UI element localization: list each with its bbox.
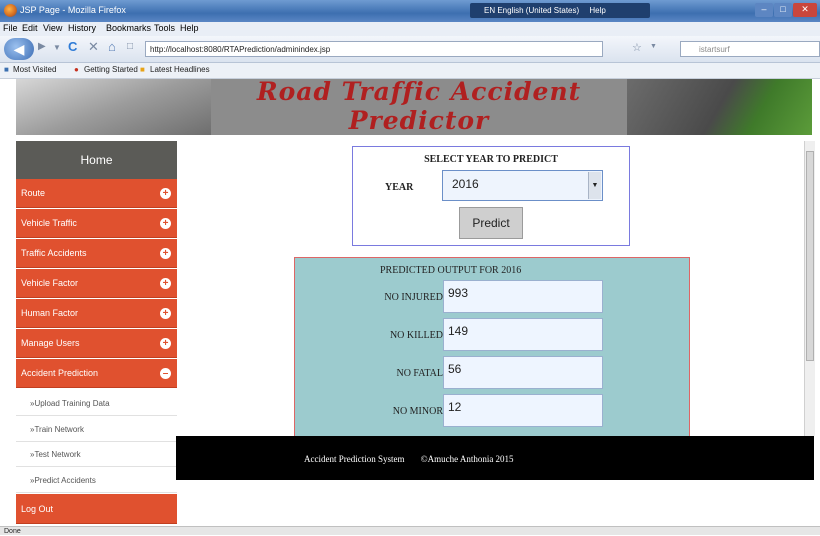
output-label: NO INJURED [384,292,443,303]
site-banner: Road Traffic Accident Predictor [16,79,812,135]
sidebar-item-vehicle-traffic[interactable]: Vehicle Traffic + [16,209,177,238]
footer-system-name: Accident Prediction System [304,454,405,464]
sidebar-item-traffic-accidents[interactable]: Traffic Accidents + [16,239,177,268]
maximize-button[interactable]: □ [774,3,792,17]
output-value-field[interactable]: 56 [443,356,603,389]
menu-tools[interactable]: Tools [154,23,175,33]
bookmarks-toolbar: ■ Most Visited ● Getting Started ■ Lates… [0,63,820,79]
plus-icon[interactable]: + [160,188,171,199]
menu-history[interactable]: History [68,23,96,33]
menu-bar: File Edit View History Bookmarks Tools H… [0,22,820,36]
output-row-killed: NO KILLED 149 [295,318,689,352]
firefox-icon [4,4,17,17]
minimize-button[interactable]: – [755,3,773,17]
output-value-field[interactable]: 12 [443,394,603,427]
output-row-minor: NO MINOR 12 [295,394,689,428]
sidebar-item-label: Accident Prediction [21,368,99,378]
output-value-field[interactable]: 149 [443,318,603,351]
sidebar-item-vehicle-factor[interactable]: Vehicle Factor + [16,269,177,298]
sidebar-item-label: Human Factor [21,308,79,318]
sidebar-item-accident-prediction[interactable]: Accident Prediction – [16,359,177,388]
chevron-down-icon[interactable]: ▼ [588,172,601,199]
banner-title: Road Traffic Accident Predictor [256,79,582,135]
window-title-bar: JSP Page - Mozilla Firefox EN English (U… [0,0,820,22]
sidebar-item-label: Manage Users [21,338,80,348]
predicted-output-heading: PREDICTED OUTPUT FOR 2016 [380,265,522,276]
bookmark-star-icon[interactable]: ☆ [632,41,642,54]
menu-view[interactable]: View [43,23,62,33]
sidebar: Home Route + Vehicle Traffic + Traffic A… [16,141,177,526]
plus-icon[interactable]: + [160,278,171,289]
getting-started-icon: ● [74,65,79,74]
sidebar-item-label: Traffic Accidents [21,248,87,258]
menu-file[interactable]: File [3,23,18,33]
window-controls: – □ ✕ [755,3,817,17]
plus-icon[interactable]: + [160,248,171,259]
year-select[interactable]: 2016 ▼ [442,170,603,201]
output-label: NO KILLED [389,330,443,341]
sidebar-item-manage-users[interactable]: Manage Users + [16,329,177,358]
predict-button[interactable]: Predict [459,207,523,239]
stop-icon[interactable]: ✕ [88,39,99,55]
banner-image-right [627,79,812,135]
back-button[interactable]: ◀ [4,38,34,60]
plus-icon[interactable]: + [160,338,171,349]
output-label: NO FATAL [396,368,443,379]
close-button[interactable]: ✕ [793,3,817,17]
history-dropdown-icon[interactable]: ▼ [53,43,61,52]
plus-icon[interactable]: + [160,218,171,229]
bookmark-most-visited[interactable]: Most Visited [13,65,56,74]
output-label: NO MINOR [392,406,443,417]
select-year-panel: SELECT YEAR TO PREDICT YEAR 2016 ▼ Predi… [352,146,630,246]
page-footer: Accident Prediction System ©Amuche Antho… [176,436,814,480]
year-label: YEAR [385,182,414,193]
subitem-test-network[interactable]: »Test Network [16,442,177,467]
subitem-train-network[interactable]: »Train Network [16,417,177,442]
sidebar-item-logout[interactable]: Log Out [16,494,177,524]
select-year-heading: SELECT YEAR TO PREDICT [424,154,558,165]
window-title: JSP Page - Mozilla Firefox [20,5,126,15]
subitem-upload-training-data[interactable]: »Upload Training Data [16,391,177,416]
footer-text: Accident Prediction System ©Amuche Antho… [304,454,514,464]
search-input[interactable]: istartsurf [680,41,820,57]
output-value-field[interactable]: 993 [443,280,603,313]
navigation-toolbar: ◀ ▶ ▼ C ✕ ⌂ □ http://localhost:8080/RTAP… [0,36,820,63]
bookmark-folder-icon: ■ [4,65,9,74]
page-scrollbar[interactable] [804,141,815,436]
language-indicator[interactable]: EN English (United States) Help [470,3,650,18]
scrollbar-thumb[interactable] [806,151,814,361]
sidebar-item-label: Vehicle Factor [21,278,79,288]
url-dropdown-icon[interactable]: ▼ [650,43,657,50]
banner-image-left [16,79,211,135]
plus-icon[interactable]: + [160,308,171,319]
output-row-fatal: NO FATAL 56 [295,356,689,390]
bookmark-latest-headlines[interactable]: Latest Headlines [150,65,210,74]
footer-copyright: ©Amuche Anthonia 2015 [420,454,514,464]
status-bar: Done [0,526,820,535]
language-label: EN English (United States) [484,6,580,15]
menu-help[interactable]: Help [180,23,199,33]
menu-bookmarks[interactable]: Bookmarks [106,23,151,33]
sidebar-item-label: Route [21,188,46,198]
sidebar-item-label: Vehicle Traffic [21,218,77,228]
bookmark-getting-started[interactable]: Getting Started [84,65,138,74]
help-label[interactable]: Help [589,6,605,15]
sidebar-item-route[interactable]: Route + [16,179,177,208]
output-row-injured: NO INJURED 993 [295,280,689,314]
reload-icon[interactable]: C [68,39,77,54]
predicted-output-panel: PREDICTED OUTPUT FOR 2016 NO INJURED 993… [294,257,690,438]
year-select-value: 2016 [452,177,479,191]
sidebar-item-human-factor[interactable]: Human Factor + [16,299,177,328]
home-icon[interactable]: ⌂ [108,39,116,54]
page-icon: □ [127,41,134,52]
subitem-predict-accidents[interactable]: »Predict Accidents [16,468,177,493]
forward-button[interactable]: ▶ [38,41,46,52]
sidebar-home[interactable]: Home [16,141,177,179]
url-bar[interactable]: http://localhost:8080/RTAPrediction/admi… [145,41,603,57]
menu-edit[interactable]: Edit [22,23,38,33]
rss-icon: ■ [140,65,145,74]
minus-icon[interactable]: – [160,368,171,379]
